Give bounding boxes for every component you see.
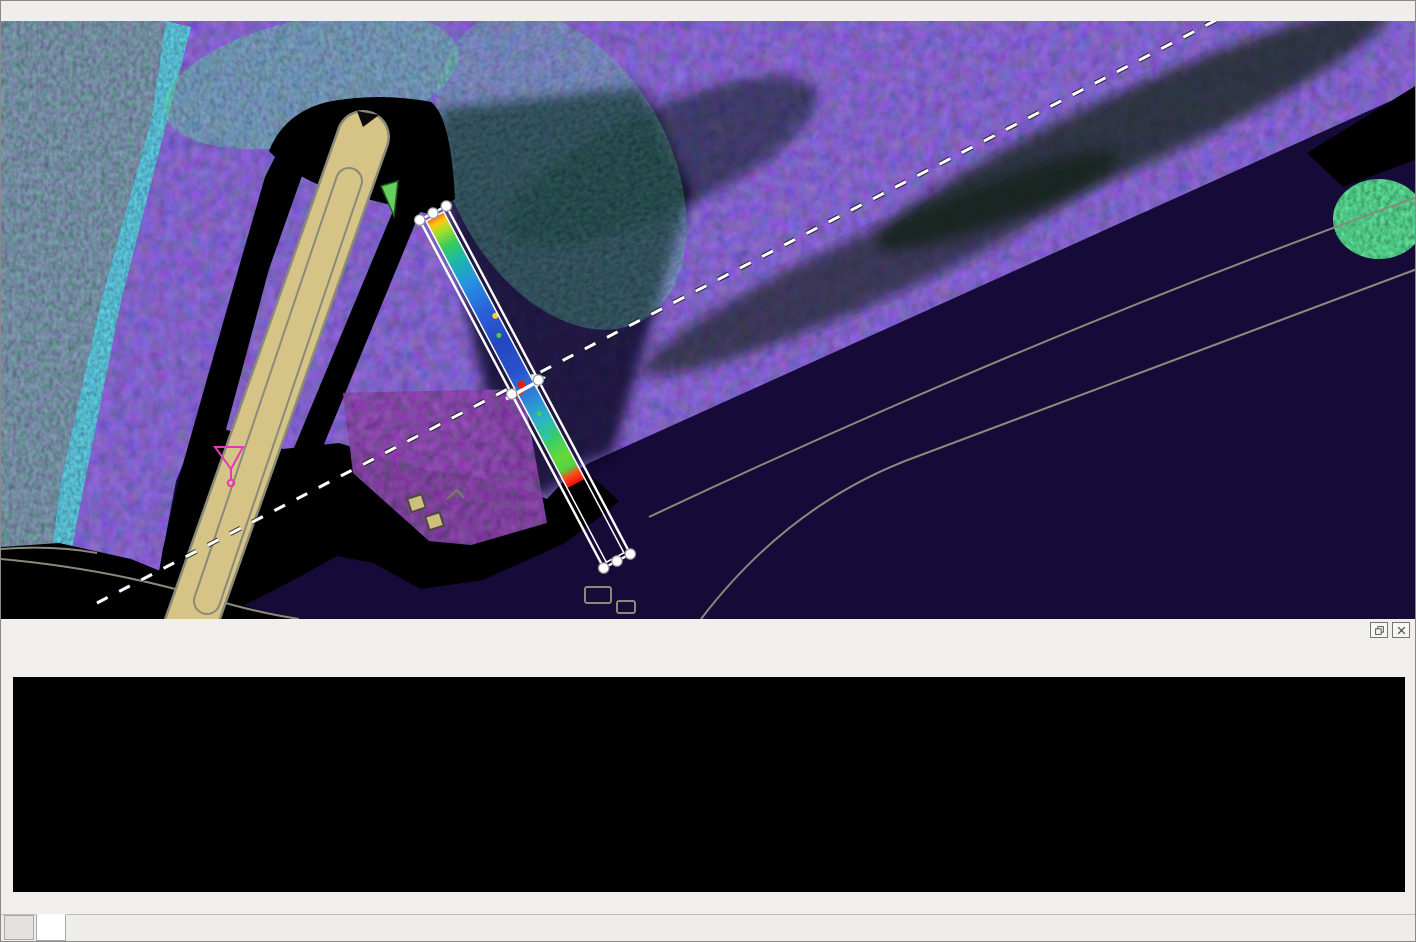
float-panel-button[interactable] xyxy=(1370,622,1388,638)
float-icon xyxy=(1374,625,1385,636)
map-view[interactable] xyxy=(1,21,1416,619)
close-panel-button[interactable] xyxy=(1392,622,1410,638)
tab-slice-editor[interactable] xyxy=(36,914,66,941)
bottom-tab-bar xyxy=(1,914,1415,941)
map-canvas[interactable] xyxy=(1,21,1416,619)
map-window-title xyxy=(1,1,1415,21)
tab-geo-picking[interactable] xyxy=(4,915,34,940)
panel-window-buttons xyxy=(1370,622,1410,638)
slice-profile-panel[interactable] xyxy=(13,677,1405,892)
slice-profile-plot[interactable] xyxy=(13,677,1405,892)
application-window xyxy=(0,0,1416,942)
close-icon xyxy=(1396,625,1407,636)
